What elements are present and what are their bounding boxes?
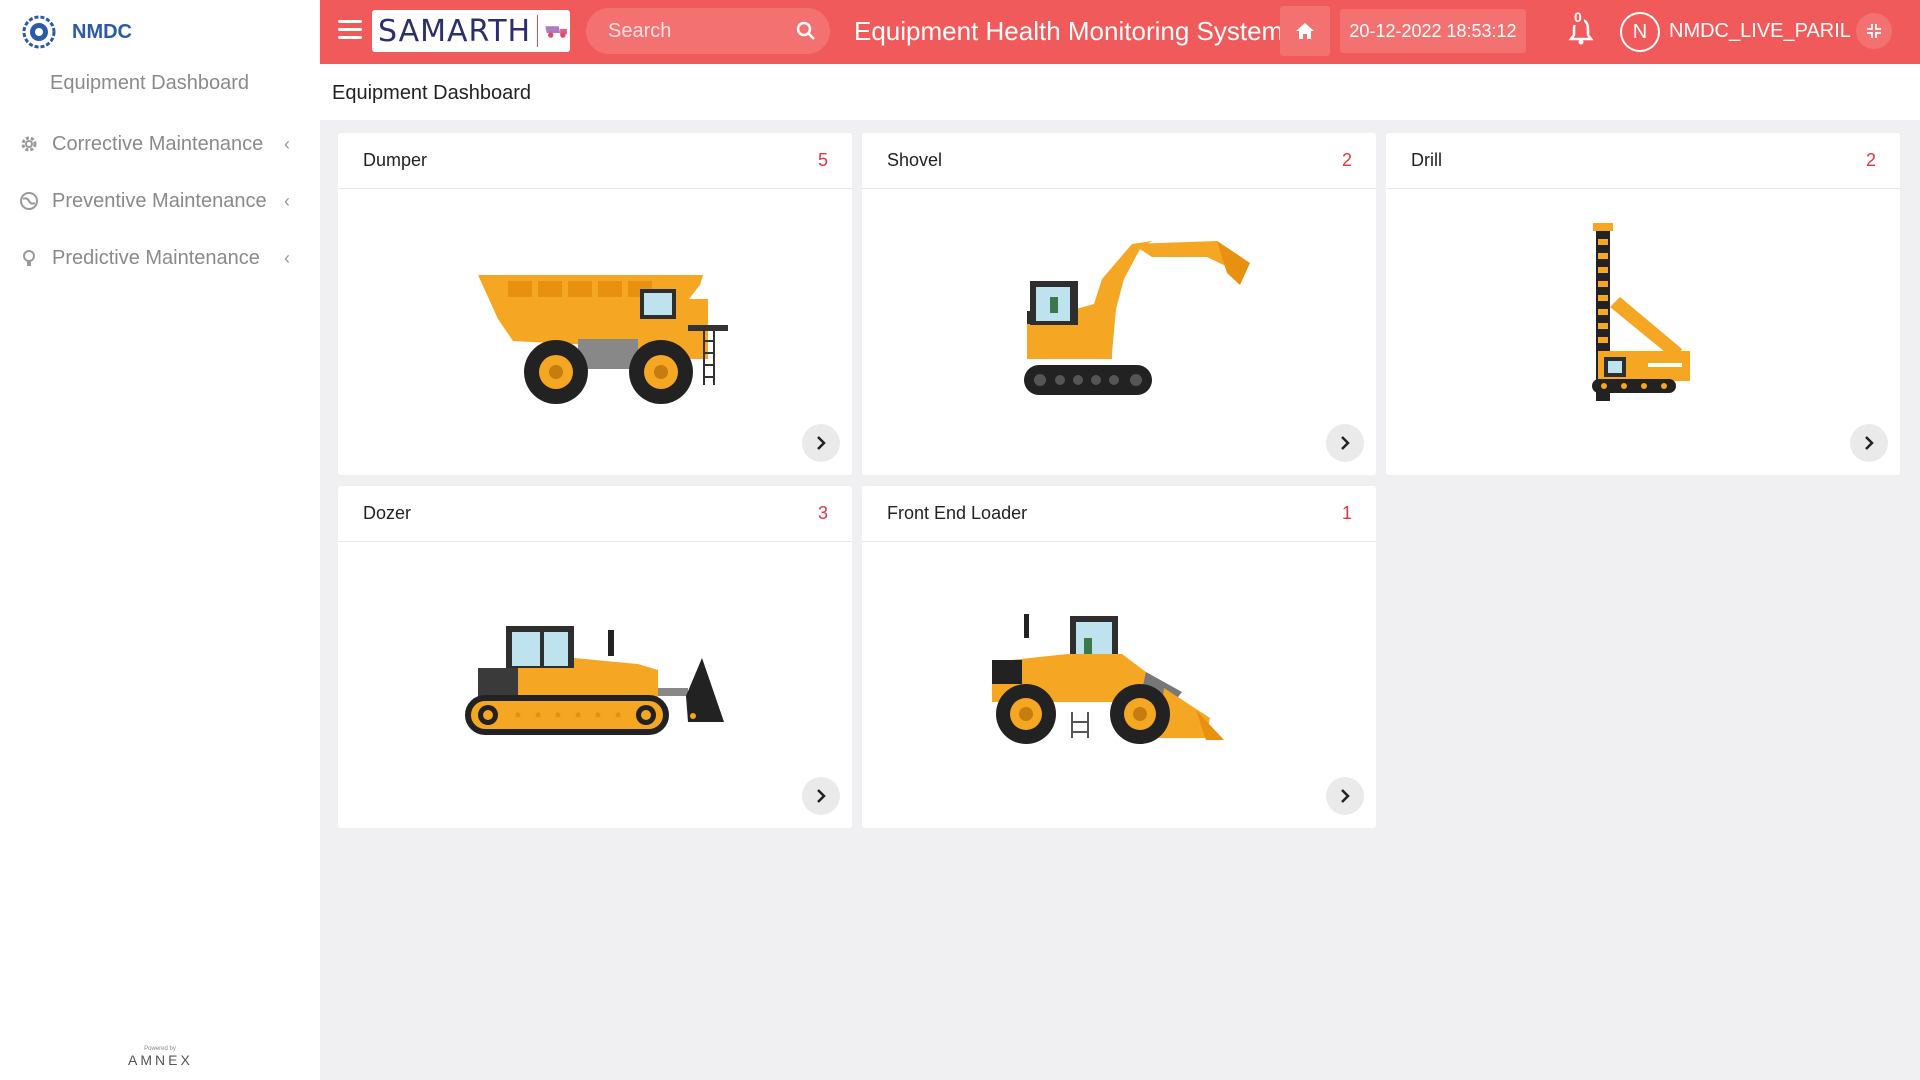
bulldozer-image [465, 626, 724, 735]
card-title: Dozer [363, 503, 412, 523]
top-bar: SAMARTH Equipment Health Monitoring Syst… [320, 0, 1920, 64]
home-icon [1296, 23, 1314, 39]
gear-icon [18, 133, 40, 155]
bulb-icon [18, 247, 40, 269]
notification-count-badge: 0 [1572, 9, 1584, 25]
avatar[interactable]: N [1620, 12, 1660, 52]
card-open-button[interactable] [1850, 424, 1888, 462]
card-open-button[interactable] [802, 777, 840, 815]
equipment-card-dozer[interactable]: Dozer 3 [338, 486, 852, 828]
truck-logo-icon [545, 26, 568, 38]
card-count: 2 [1865, 150, 1876, 170]
search-box [586, 8, 830, 54]
card-count: 1 [1341, 503, 1352, 523]
card-count: 5 [817, 150, 828, 170]
card-title: Drill [1411, 150, 1442, 170]
dumper-truck-image [478, 275, 728, 404]
page-title: Equipment Dashboard [332, 82, 532, 104]
nmdc-logo-icon [22, 15, 56, 49]
brand-name: NMDC [72, 20, 132, 43]
card-open-button[interactable] [1326, 777, 1364, 815]
samarth-logo[interactable]: SAMARTH [372, 10, 570, 52]
sidebar-item-label: Predictive Maintenance [52, 246, 260, 269]
amnex-logo: AMNEX [128, 1052, 193, 1068]
card-title: Dumper [363, 150, 428, 170]
sidebar-item-corrective-maintenance[interactable]: Corrective Maintenance ‹ [18, 124, 298, 164]
fullscreen-exit-button[interactable] [1856, 13, 1892, 49]
home-button[interactable] [1280, 6, 1330, 56]
chevron-right-icon [1341, 789, 1350, 803]
card-count: 3 [817, 503, 828, 523]
chevron-right-icon [817, 436, 826, 450]
samarth-logo-text: SAMARTH [378, 13, 532, 49]
card-open-button[interactable] [1326, 424, 1364, 462]
sidebar-item-preventive-maintenance[interactable]: Preventive Maintenance ‹ [18, 181, 298, 221]
card-title: Front End Loader [887, 503, 1028, 523]
excavator-image [1024, 241, 1250, 395]
chevron-right-icon [817, 789, 826, 803]
card-open-button[interactable] [802, 424, 840, 462]
card-count: 2 [1341, 150, 1352, 170]
datetime-display: 20-12-2022 18:53:12 [1340, 9, 1526, 53]
powered-by: Powered by AMNEX [128, 1046, 192, 1068]
compress-icon [1867, 24, 1881, 38]
chevron-right-icon [1341, 436, 1350, 450]
page-header: Equipment Dashboard [320, 64, 1920, 120]
username[interactable]: NMDC_LIVE_PARIL [1669, 20, 1851, 43]
wheel-loader-image [992, 614, 1224, 744]
card-title: Shovel [887, 150, 943, 170]
equipment-card-shovel[interactable]: Shovel 2 [862, 133, 1376, 475]
chevron-left-icon: ‹ [284, 190, 290, 211]
chevron-right-icon [1865, 436, 1874, 450]
sidebar-item-label: Preventive Maintenance [52, 189, 267, 212]
search-icon[interactable] [796, 21, 816, 41]
chevron-left-icon: ‹ [284, 133, 290, 154]
globe-icon [18, 190, 40, 212]
equipment-card-front-end-loader[interactable]: Front End Loader 1 [862, 486, 1376, 828]
equipment-card-dumper[interactable]: Dumper 5 [338, 133, 852, 475]
menu-toggle-icon[interactable] [338, 20, 362, 42]
chevron-left-icon: ‹ [284, 247, 290, 268]
app-title: Equipment Health Monitoring System [854, 16, 1284, 46]
equipment-card-drill[interactable]: Drill 2 [1386, 133, 1900, 475]
brand[interactable]: NMDC [22, 12, 132, 52]
sidebar-item-predictive-maintenance[interactable]: Predictive Maintenance ‹ [18, 238, 298, 278]
sidebar-item-equipment-dashboard[interactable]: Equipment Dashboard [50, 72, 249, 95]
drill-rig-image [1592, 223, 1690, 401]
sidebar-item-label: Corrective Maintenance [52, 132, 264, 155]
sidebar: NMDC Equipment Dashboard Corrective Main… [0, 0, 320, 1080]
search-input[interactable] [608, 16, 788, 46]
